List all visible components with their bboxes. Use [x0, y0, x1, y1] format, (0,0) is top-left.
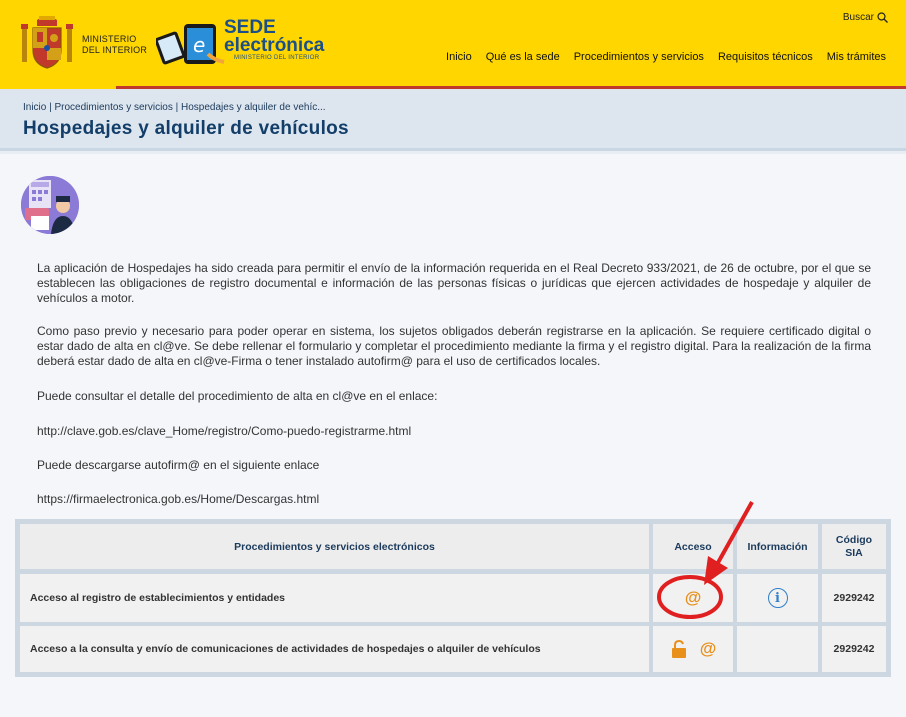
intro-paragraph: La aplicación de Hospedajes ha sido crea…: [37, 261, 871, 305]
open-lock-icon[interactable]: [670, 640, 688, 658]
search-icon: [877, 12, 888, 23]
autofirma-info-text: Puede descargarse autofirm@ en el siguie…: [37, 458, 320, 472]
clave-info-text: Puede consultar el detalle del procedimi…: [37, 389, 438, 403]
procedures-table: Procedimientos y servicios electrónicos …: [15, 519, 891, 677]
main-nav: Inicio Qué es la sede Procedimientos y s…: [446, 51, 886, 63]
breadcrumb[interactable]: Inicio | Procedimientos y servicios | Ho…: [23, 102, 326, 113]
col-header-info: Información: [737, 524, 818, 569]
nav-procedimientos[interactable]: Procedimientos y servicios: [574, 51, 704, 63]
col-header-access: Acceso: [653, 524, 733, 569]
col-header-procedures: Procedimientos y servicios electrónicos: [20, 524, 649, 569]
nav-mis-tramites[interactable]: Mis trámites: [827, 51, 886, 63]
ministry-name: MINISTERIO DEL INTERIOR: [82, 34, 148, 55]
table-row-1-name: Acceso al registro de establecimientos y…: [20, 574, 649, 622]
table-row-2-code: 2929242: [822, 626, 886, 672]
search-link[interactable]: Buscar: [843, 12, 888, 23]
requirements-paragraph: Como paso previo y necesario para poder …: [37, 324, 871, 368]
search-label: Buscar: [842, 12, 874, 23]
table-row-1-info: i: [737, 574, 818, 622]
clave-link[interactable]: http://clave.gob.es/clave_Home/registro/…: [37, 424, 871, 439]
nav-inicio[interactable]: Inicio: [446, 51, 472, 63]
nav-requisitos[interactable]: Requisitos técnicos: [718, 51, 813, 63]
hospedajes-avatar: [21, 176, 79, 234]
page-title: Hospedajes y alquiler de vehículos: [23, 118, 349, 139]
at-access-icon[interactable]: @: [685, 588, 702, 608]
sede-ministry: MINISTERIO DEL INTERIOR: [234, 55, 320, 61]
coat-of-arms-logo[interactable]: [20, 14, 74, 70]
table-row-2-name: Acceso a la consulta y envío de comunica…: [20, 626, 649, 672]
at-access-icon-2[interactable]: @: [700, 639, 717, 659]
table-row-1-access: @: [653, 574, 733, 622]
svg-text:e: e: [193, 33, 205, 57]
info-icon[interactable]: i: [767, 588, 788, 608]
col-header-code: Código SIA: [822, 524, 886, 569]
sede-electronica-logo[interactable]: e: [156, 18, 226, 68]
table-row-2-info: [737, 626, 818, 672]
table-row-2-access: @: [653, 626, 733, 672]
autofirma-link[interactable]: https://firmaelectronica.gob.es/Home/Des…: [37, 492, 871, 507]
nav-que-es-la-sede[interactable]: Qué es la sede: [486, 51, 560, 63]
table-row-1-code: 2929242: [822, 574, 886, 622]
sede-subtitle: electrónica: [224, 35, 325, 56]
